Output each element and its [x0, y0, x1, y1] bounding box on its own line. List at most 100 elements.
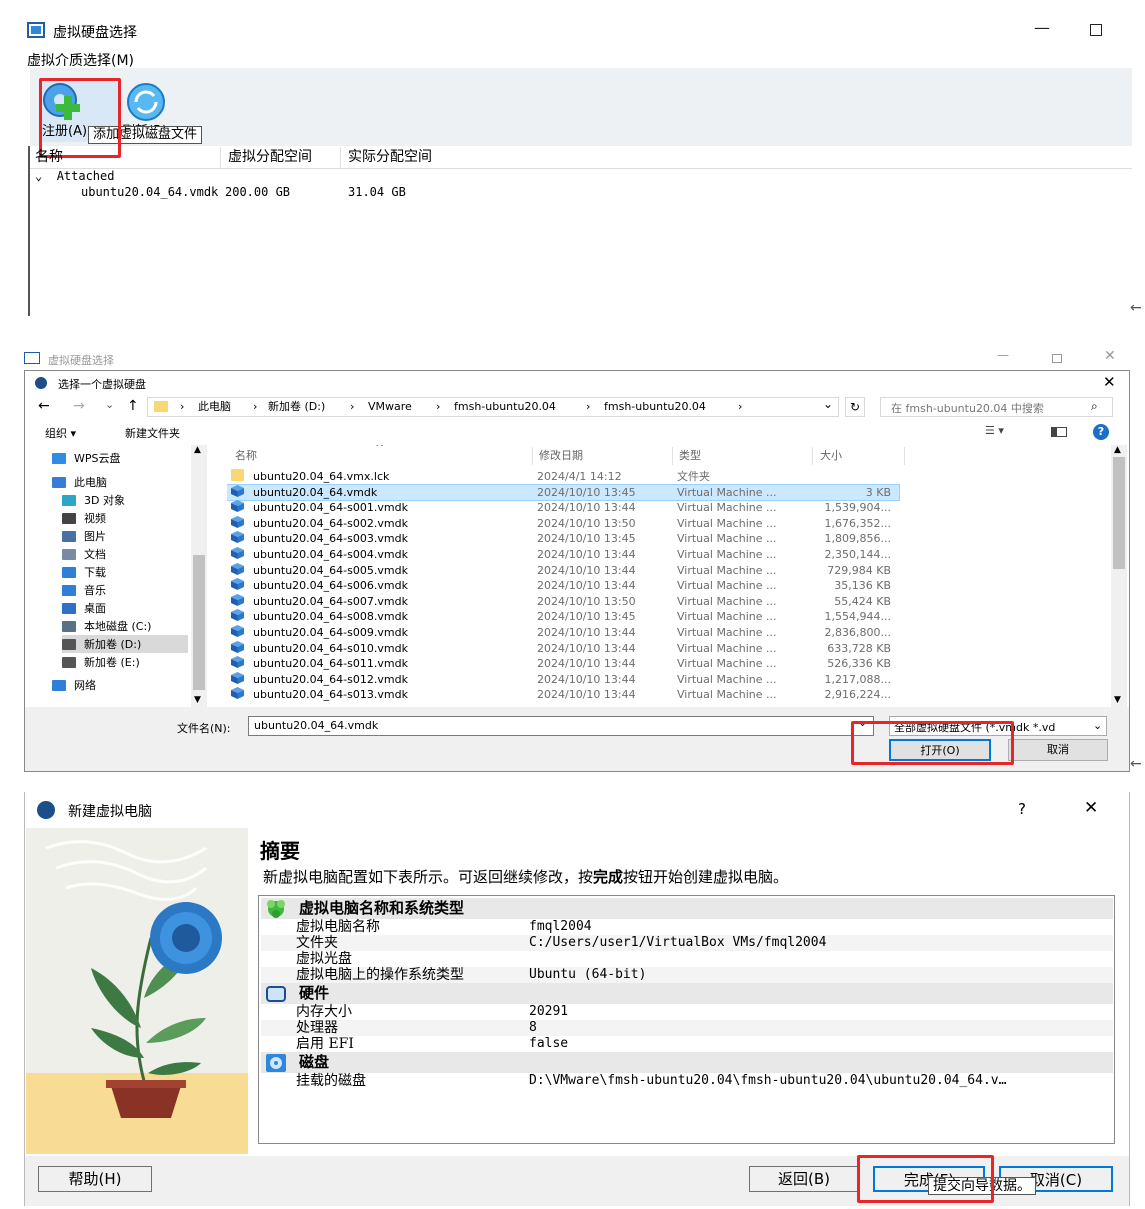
scroll-up-icon[interactable]: ▲ [1114, 445, 1121, 455]
summary-table: 虚拟电脑名称和系统类型 虚拟电脑名称 fmql2004 文件夹 C:/Users/use… [258, 895, 1115, 1144]
breadcrumb-item[interactable]: fmsh-ubuntu20.04 [604, 398, 706, 416]
col-virtual-size[interactable]: 虚拟分配空间 [228, 147, 312, 167]
nav-item[interactable]: 下载 [62, 563, 106, 581]
help-button[interactable]: 帮助(H) [38, 1166, 152, 1192]
forward-arrow-icon[interactable]: → [73, 398, 85, 414]
group-attached[interactable]: ⌄ Attached [35, 169, 114, 183]
chevron-down-icon[interactable]: ⌄ [35, 169, 42, 183]
disk-virtual-size: 200.00 GB [225, 185, 291, 199]
scroll-down-icon[interactable]: ▼ [194, 695, 201, 705]
file-row[interactable]: ubuntu20.04_64-s001.vmdk 2024/10/10 13:44… [227, 500, 899, 516]
file-type: Virtual Machine ... [677, 485, 777, 499]
organize-button[interactable]: 组织 ▾ [45, 425, 76, 441]
file-type: Virtual Machine ... [677, 641, 777, 655]
nav-item[interactable]: 此电脑 [52, 473, 107, 491]
nav-item[interactable]: 本地磁盘 (C:) [62, 617, 151, 635]
preview-pane-icon[interactable] [1051, 427, 1067, 437]
breadcrumb[interactable]: › 此电脑 › 新加卷 (D:) › VMware › fmsh-ubuntu2… [147, 397, 839, 417]
nav-item[interactable]: 桌面 [62, 599, 106, 617]
list-header: 名称 虚拟分配空间 实际分配空间 [30, 147, 1132, 169]
scroll-thumb[interactable] [1113, 457, 1125, 569]
file-date: 2024/10/10 13:44 [537, 579, 636, 593]
vbox-disk-icon [231, 609, 244, 622]
help-question-button[interactable]: ? [1018, 800, 1026, 818]
search-input[interactable]: 在 fmsh-ubuntu20.04 中搜索 ⌕ [880, 397, 1113, 417]
breadcrumb-item[interactable]: 此电脑 [198, 398, 231, 416]
minimize-button[interactable]: — [1034, 18, 1050, 37]
bg-minimize-button: — [997, 348, 1009, 362]
nav-scrollbar[interactable]: ▲ ▼ [191, 445, 207, 707]
new-folder-button[interactable]: 新建文件夹 [125, 425, 180, 441]
file-row[interactable]: ubuntu20.04_64-s008.vmdk 2024/10/10 13:45… [227, 609, 899, 625]
file-row[interactable]: ubuntu20.04_64-s005.vmdk 2024/10/10 13:44… [227, 562, 899, 579]
file-row[interactable]: ubuntu20.04_64-s007.vmdk 2024/10/10 13:50… [227, 593, 899, 610]
file-name: ubuntu20.04_64-s006.vmdk [253, 579, 408, 593]
breadcrumb-item[interactable]: fmsh-ubuntu20.04 [454, 398, 556, 416]
back-arrow-icon[interactable]: ← [38, 398, 50, 414]
file-type: Virtual Machine ... [677, 548, 777, 561]
col-date[interactable]: 修改日期 [539, 447, 583, 463]
file-scrollbar[interactable]: ▲ ▼ [1111, 445, 1127, 707]
maximize-button[interactable] [1090, 24, 1102, 36]
address-dropdown-icon[interactable]: ⌄ [823, 397, 833, 411]
disk-name: ubuntu20.04_64.vmdk [81, 185, 219, 199]
file-row[interactable]: ubuntu20.04_64-s012.vmdk 2024/10/10 13:44… [227, 671, 899, 688]
col-name[interactable]: 名称 [35, 147, 63, 167]
file-size: 1,809,856... [824, 532, 891, 546]
scroll-down-icon[interactable]: ▼ [1114, 695, 1121, 705]
close-icon[interactable]: ✕ [1084, 798, 1098, 818]
nav-pane: WPS云盘此电脑 3D 对象 视频 图片 文档 下载 音乐 桌面 本地磁盘 (C:) 新加卷 (D… [25, 445, 211, 705]
nav-item[interactable]: WPS云盘 [52, 449, 121, 467]
summary-value: Ubuntu (64-bit) [529, 967, 647, 982]
nav-item[interactable]: 文档 [62, 545, 106, 563]
col-size[interactable]: 大小 [820, 447, 842, 463]
menu-media-select[interactable]: 虚拟介质选择(M) [27, 50, 134, 70]
back-button[interactable]: 返回(B) [749, 1166, 859, 1192]
file-row[interactable]: ubuntu20.04_64.vmdk 2024/10/10 13:45 Virtu… [227, 483, 900, 502]
nav-item[interactable]: 新加卷 (D:) [62, 635, 188, 653]
nav-item[interactable]: 网络 [52, 676, 96, 694]
file-name: ubuntu20.04_64-s012.vmdk [253, 672, 408, 686]
col-type[interactable]: 类型 [679, 447, 701, 463]
nav-item[interactable]: 视频 [62, 509, 106, 527]
file-row[interactable]: ubuntu20.04_64-s004.vmdk 2024/10/10 13:44… [227, 547, 899, 563]
help-icon[interactable]: ? [1093, 424, 1109, 440]
col-actual-size[interactable]: 实际分配空间 [348, 147, 432, 167]
breadcrumb-item[interactable]: VMware [368, 398, 412, 416]
nav-item[interactable]: 音乐 [62, 581, 106, 599]
col-name[interactable]: 名称 [235, 447, 257, 463]
file-date: 2024/10/10 13:44 [537, 501, 636, 515]
refresh-address-icon[interactable]: ↻ [845, 397, 865, 417]
file-size: 1,554,944... [824, 610, 891, 624]
file-row[interactable]: ubuntu20.04_64-s013.vmdk 2024/10/10 13:44… [227, 687, 899, 703]
nav-item[interactable]: 图片 [62, 527, 106, 545]
file-row[interactable]: ubuntu20.04_64.vmx.lck 2024/4/1 14:12 文件夹 [227, 469, 899, 485]
nav-item[interactable]: 新加卷 (E:) [62, 653, 140, 671]
filename-input[interactable]: ubuntu20.04_64.vmdk [248, 716, 874, 736]
file-row[interactable]: ubuntu20.04_64-s011.vmdk 2024/10/10 13:44… [227, 656, 899, 672]
file-date: 2024/10/10 13:45 [537, 532, 636, 546]
scroll-thumb[interactable] [193, 555, 205, 690]
summary-heading: 摘要 [260, 839, 300, 863]
nav-item-icon [52, 476, 66, 488]
breadcrumb-item[interactable]: 新加卷 (D:) [268, 398, 325, 416]
file-row[interactable]: ubuntu20.04_64-s003.vmdk 2024/10/10 13:45… [227, 531, 899, 547]
up-arrow-icon[interactable]: ↑ [127, 398, 139, 414]
table-row[interactable]: ubuntu20.04_64.vmdk 200.00 GB 31.04 GB [30, 185, 1132, 201]
file-type: Virtual Machine ... [677, 657, 777, 671]
close-icon[interactable]: ✕ [1103, 373, 1116, 391]
refresh-icon [127, 83, 165, 121]
file-name: ubuntu20.04_64-s001.vmdk [253, 501, 408, 515]
file-size: 526,336 KB [827, 657, 891, 671]
file-size: 3 KB [865, 485, 891, 499]
recent-chevron-icon[interactable]: ⌄ [105, 398, 114, 411]
file-row[interactable]: ubuntu20.04_64-s006.vmdk 2024/10/10 13:44… [227, 578, 899, 594]
cancel-button[interactable]: 取消 [1008, 739, 1108, 761]
summary-section-header: 硬件 [261, 983, 1113, 1004]
file-row[interactable]: ubuntu20.04_64-s010.vmdk 2024/10/10 13:44… [227, 640, 899, 657]
scroll-up-icon[interactable]: ▲ [194, 445, 201, 455]
nav-item[interactable]: 3D 对象 [62, 491, 125, 509]
file-row[interactable]: ubuntu20.04_64-s002.vmdk 2024/10/10 13:50… [227, 515, 899, 532]
view-options-icon[interactable]: ☰ ▾ [985, 424, 1004, 437]
file-row[interactable]: ubuntu20.04_64-s009.vmdk 2024/10/10 13:44… [227, 625, 899, 641]
